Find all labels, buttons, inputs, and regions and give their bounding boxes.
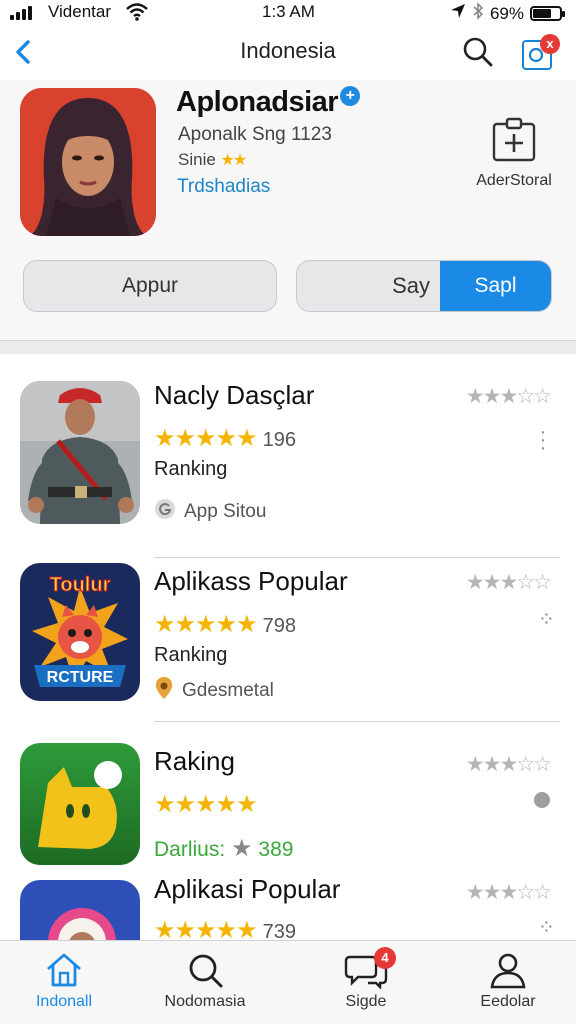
bluetooth-icon — [472, 2, 484, 25]
add-store-button[interactable]: AderStoral — [462, 116, 566, 190]
row-divider — [154, 720, 560, 722]
app-rating: Sinie ★★ — [178, 150, 248, 170]
segmented-control: Say Sapl — [296, 260, 552, 312]
status-bar: Videntar 1:3 AM 69% — [0, 0, 576, 26]
developer-link[interactable]: Trdshadias — [177, 176, 270, 198]
item-source-label: App Sitou — [184, 501, 267, 522]
person-icon — [448, 951, 568, 989]
more-options-icon[interactable]: · · · — [538, 422, 548, 458]
appur-button[interactable]: Appur — [23, 260, 277, 312]
thumb-logo-text-top: Toulur — [50, 574, 111, 596]
list-item[interactable]: Raking ★★★★★ Darlius: ★ 389 ★★★☆☆ — [0, 740, 576, 880]
tab-label: Sigde — [345, 993, 387, 1010]
more-options-icon[interactable]: ⁘ — [538, 918, 555, 938]
search-icon — [145, 951, 265, 989]
google-icon — [154, 498, 176, 526]
tab-badge: 4 — [374, 947, 396, 969]
star-icon: ★ — [231, 835, 253, 862]
tab-bar: Indonall Nodomasia 4 Sigde Eedolar — [0, 940, 576, 1024]
navigation-bar: Indonesia x — [0, 26, 576, 80]
item-extra-value: 389 — [258, 838, 294, 861]
item-count: 196 — [262, 429, 296, 451]
item-title: Raking — [154, 746, 235, 776]
notification-button[interactable]: x — [518, 34, 560, 74]
item-source: App Sitou — [154, 498, 266, 526]
wifi-icon — [126, 3, 148, 26]
item-count: 798 — [262, 615, 296, 637]
segment-sapl[interactable]: Sapl — [440, 261, 551, 311]
item-source: Gdesmetal — [154, 676, 274, 706]
chat-bubbles-icon — [306, 951, 426, 989]
app-thumbnail — [20, 743, 140, 865]
clock: 1:3 AM — [262, 2, 315, 21]
item-rating-outline: ★★★☆☆ — [465, 571, 552, 594]
location-arrow-icon — [450, 3, 466, 24]
tab-label: Indonall — [35, 993, 93, 1010]
item-rank-label: Ranking — [154, 458, 228, 480]
item-title: Aplikass Popular — [154, 566, 348, 596]
item-stars: ★★★★★ — [154, 791, 258, 818]
tab-indonall[interactable]: Indonall — [4, 951, 124, 1011]
more-options-icon[interactable] — [534, 792, 550, 808]
search-icon[interactable] — [460, 34, 496, 70]
app-subtitle: Aponalk Sng 1123 — [178, 124, 332, 145]
tab-label: Nodomasia — [164, 993, 246, 1010]
thumb-logo-text-bottom: RCTURE — [47, 669, 114, 686]
location-pin-icon — [154, 676, 174, 706]
app-title-text: Aplonadsiar — [176, 86, 339, 118]
item-title: Nacly Dasçlar — [154, 380, 315, 410]
rating-label: Sinie — [178, 150, 216, 169]
tab-nodomasia[interactable]: Nodomasia — [145, 951, 265, 1011]
tab-eedolar[interactable]: Eedolar — [448, 951, 568, 1011]
signal-icon — [10, 6, 32, 20]
battery-icon — [530, 6, 565, 21]
item-extra: Darlius: ★ 389 — [154, 834, 293, 863]
app-title: Aplonadsiar + — [176, 86, 361, 119]
rating-stars: ★★ — [220, 152, 248, 169]
add-store-label: AderStoral — [476, 172, 552, 189]
app-header: Aplonadsiar + Aponalk Sng 1123 Sinie ★★ T… — [0, 80, 576, 342]
tab-label: Eedolar — [480, 993, 536, 1010]
item-stars: ★★★★★ 196 — [154, 425, 296, 452]
item-source-label: Gdesmetal — [182, 680, 274, 701]
segment-say[interactable]: Say — [297, 261, 440, 311]
item-stars: ★★★★★ 798 — [154, 611, 296, 638]
home-icon — [4, 951, 124, 989]
notification-badge: x — [540, 34, 560, 54]
item-rating-outline: ★★★☆☆ — [465, 753, 552, 776]
app-icon[interactable] — [20, 88, 156, 236]
item-rank-label: Ranking — [154, 644, 228, 666]
more-options-icon[interactable]: ⁘ — [538, 610, 555, 630]
section-divider — [0, 340, 576, 354]
item-rating-outline: ★★★☆☆ — [465, 881, 552, 904]
list-item[interactable]: Nacly Dasçlar ★★★★★ 196 Ranking App Sitou… — [0, 378, 576, 558]
item-rating-outline: ★★★☆☆ — [465, 385, 552, 408]
app-thumbnail — [20, 381, 140, 524]
add-clipboard-icon — [490, 116, 538, 164]
battery-percent: 69% — [489, 3, 524, 23]
app-thumbnail: Toulur RCTURE — [20, 563, 140, 701]
list-item[interactable]: Toulur RCTURE Aplikass Popular ★★★★★ 798 … — [0, 558, 576, 722]
tab-sigde[interactable]: 4 Sigde — [306, 947, 426, 1011]
carrier-name: Videntar — [48, 2, 112, 21]
item-extra-label: Darlius: — [154, 838, 226, 861]
verified-icon: + — [340, 86, 361, 106]
item-title: Aplikasi Popular — [154, 874, 341, 904]
